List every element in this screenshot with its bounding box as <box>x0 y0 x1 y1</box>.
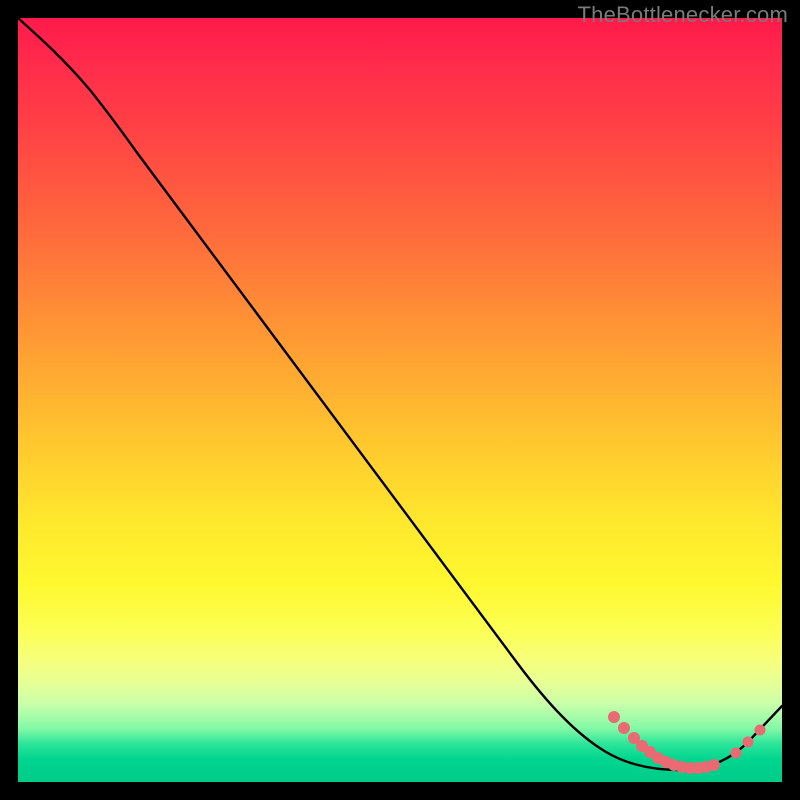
watermark-text: TheBottlenecker.com <box>578 2 788 28</box>
plot-area <box>18 18 782 782</box>
bottleneck-curve-path <box>18 18 782 770</box>
chart-frame: TheBottlenecker.com <box>0 0 800 800</box>
marker-group <box>608 711 766 774</box>
bottleneck-curve-svg <box>18 18 782 782</box>
